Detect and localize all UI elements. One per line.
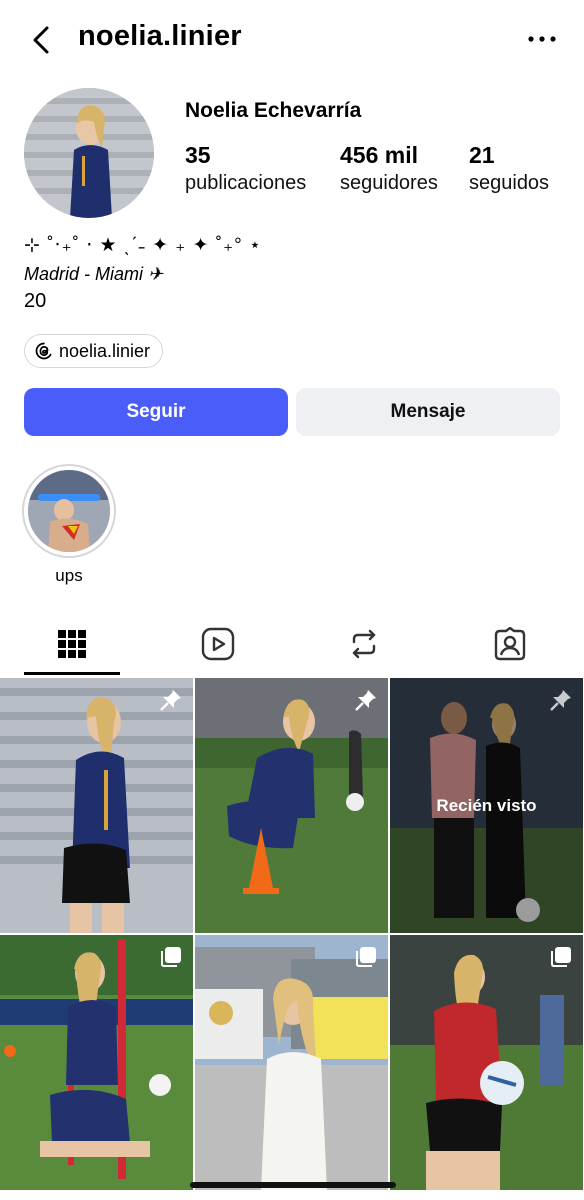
bio-decoration-line: ⊹ ˚‧₊˚ ⋅ ★ ˎˊ˗ ✦ ₊ ✦ ˚₊° ⋆ [24, 235, 262, 256]
following-label[interactable]: seguidos [469, 172, 549, 195]
grid-icon [58, 630, 86, 658]
highlight-label: ups [55, 566, 83, 585]
carousel-icon [356, 947, 376, 967]
grid-post[interactable] [390, 935, 583, 1190]
highlight-cover-image [28, 470, 110, 552]
grid-post[interactable] [195, 935, 388, 1190]
threads-icon [35, 342, 52, 360]
more-options-icon[interactable] [526, 30, 558, 48]
carousel-icon [161, 947, 181, 967]
reels-icon [201, 627, 235, 661]
repost-icon [352, 629, 376, 659]
threads-link[interactable]: noelia.linier [24, 334, 164, 368]
tagged-icon [494, 627, 526, 661]
profile-full-name: Noelia Echevarría [185, 99, 362, 122]
bio-location-line: Madrid - Miami ✈ [24, 264, 164, 284]
carousel-icon [551, 947, 571, 967]
follow-button[interactable]: Seguir [24, 388, 288, 436]
following-count[interactable]: 21 [469, 142, 495, 169]
tab-grid[interactable] [24, 624, 120, 664]
pin-icon [355, 690, 376, 711]
grid-post[interactable] [195, 678, 388, 933]
active-tab-indicator [24, 672, 120, 675]
threads-handle: noelia.linier [59, 340, 151, 361]
recently-seen-label: Recién visto [436, 795, 537, 815]
story-highlight[interactable] [22, 464, 116, 558]
profile-username-title: noelia.linier [78, 20, 242, 52]
tab-reposts[interactable] [316, 624, 412, 664]
tab-reels[interactable] [170, 624, 266, 664]
message-button[interactable]: Mensaje [296, 388, 560, 436]
grid-post[interactable] [0, 678, 193, 933]
followers-label[interactable]: seguidores [340, 172, 438, 195]
back-chevron-icon[interactable] [28, 22, 56, 58]
bio-age-line: 20 [24, 290, 47, 312]
avatar[interactable] [24, 88, 154, 218]
followers-count[interactable]: 456 mil [340, 142, 418, 169]
pin-icon [550, 690, 571, 711]
grid-post[interactable] [0, 935, 193, 1190]
pin-icon [160, 690, 181, 711]
recently-seen-overlay: Recién visto [390, 678, 583, 933]
tab-tagged[interactable] [462, 624, 558, 664]
grid-post-recently-seen[interactable]: Recién visto [390, 678, 583, 933]
posts-count: 35 [185, 142, 211, 168]
posts-label: publicaciones [185, 172, 307, 194]
home-indicator[interactable] [190, 1182, 396, 1188]
